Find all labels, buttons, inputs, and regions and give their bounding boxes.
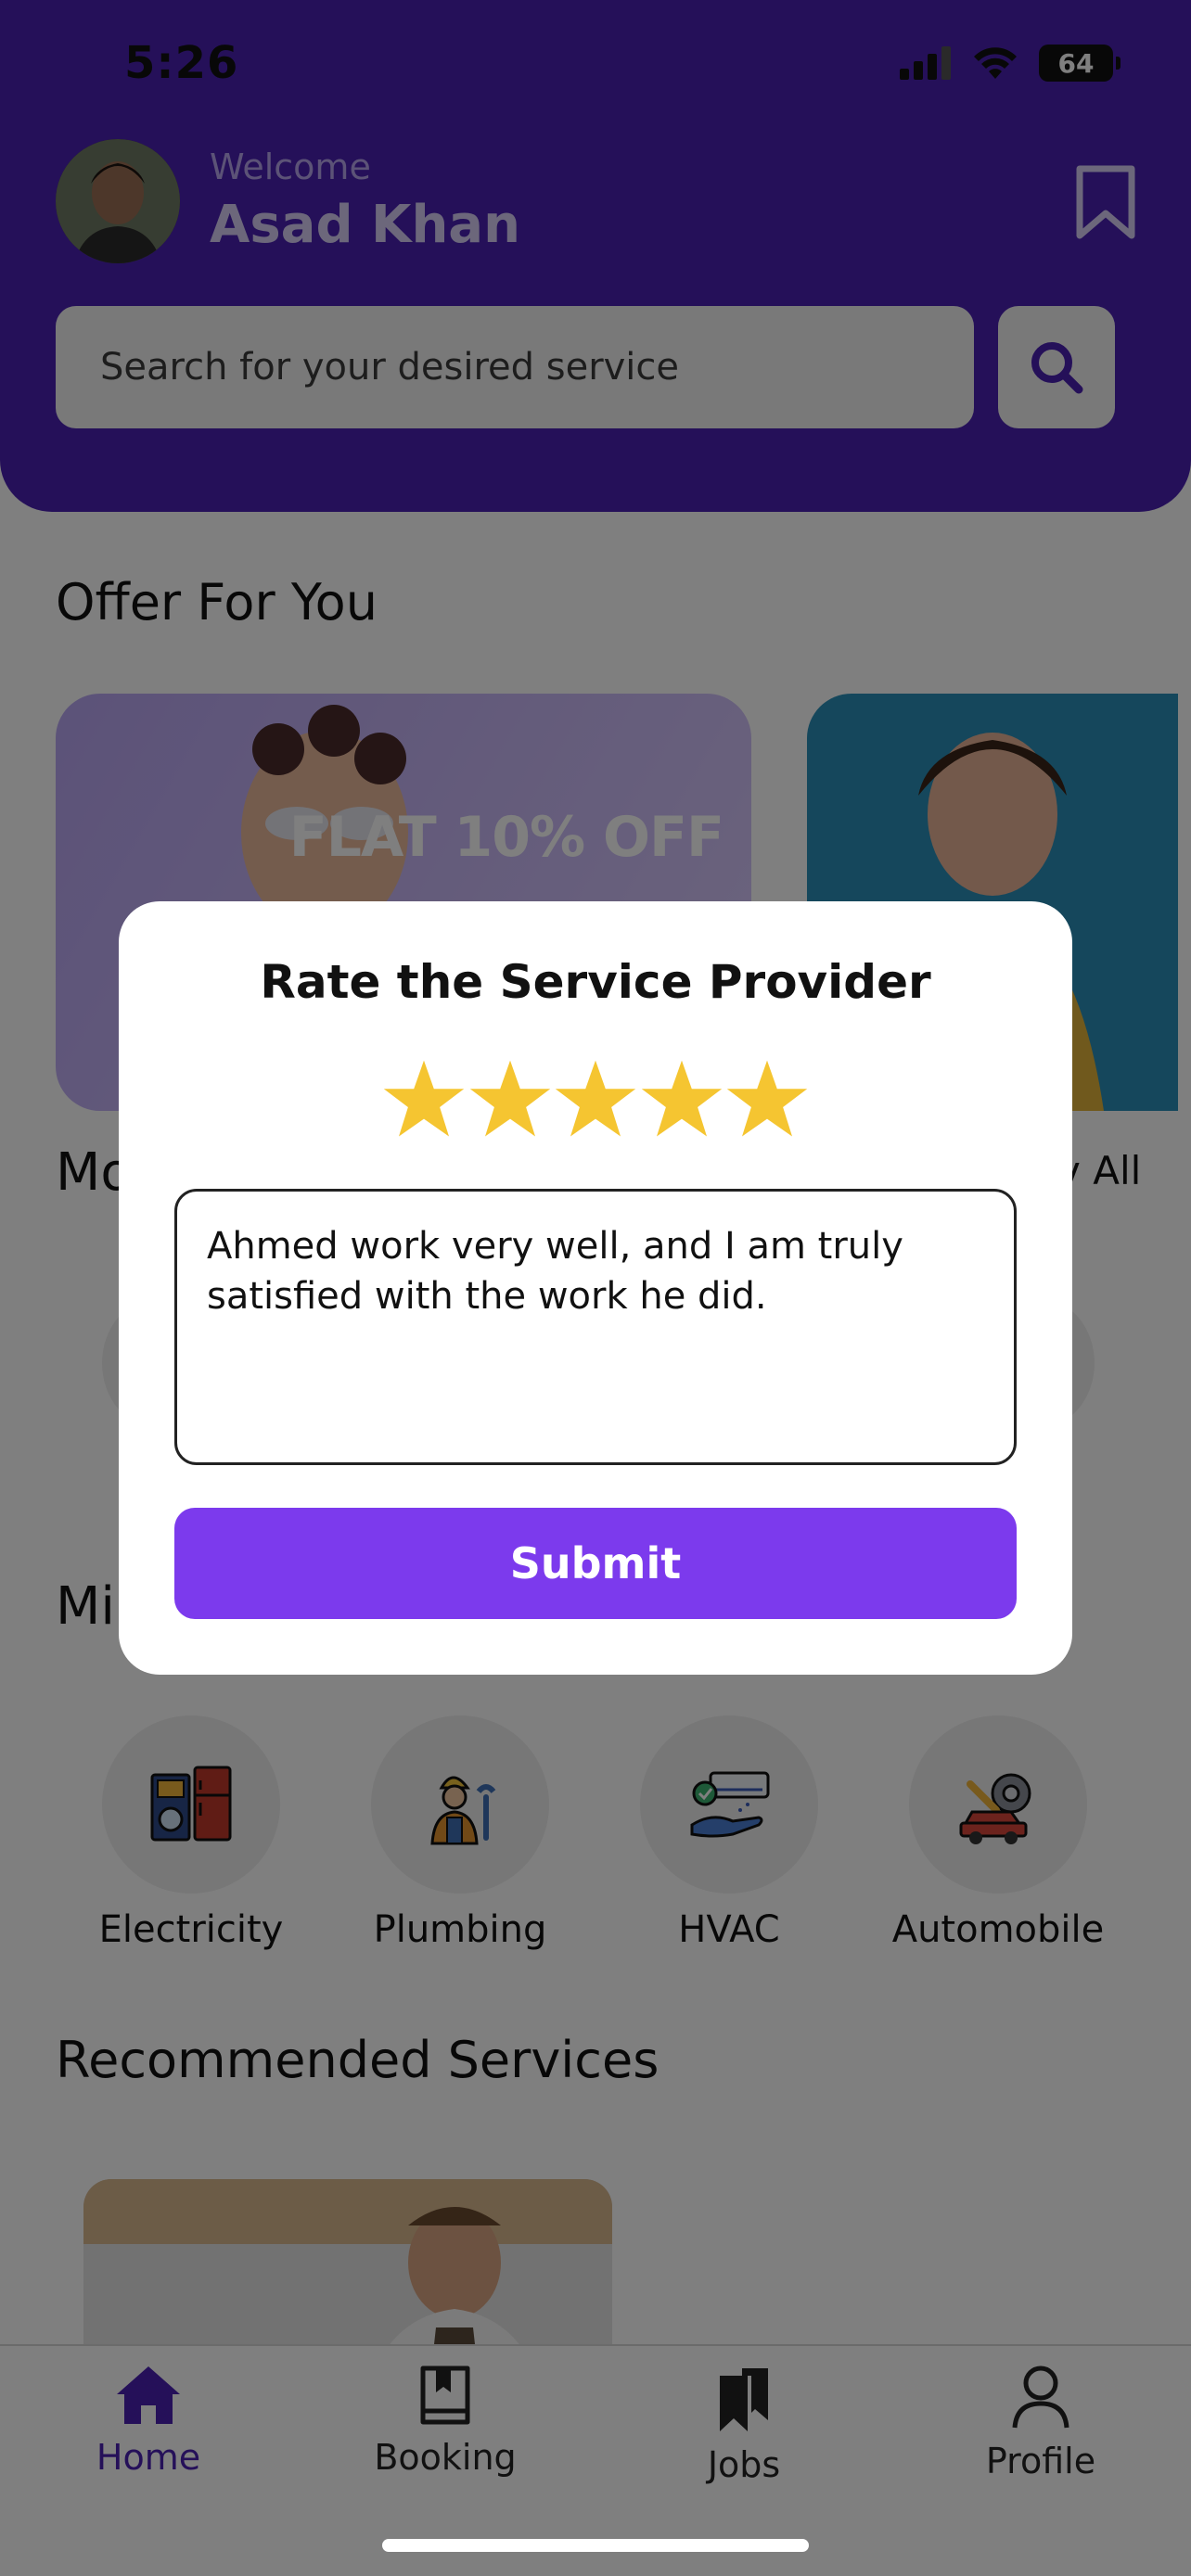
home-indicator[interactable] [382,2539,809,2552]
star-icon[interactable] [468,1057,552,1141]
submit-button[interactable]: Submit [174,1508,1017,1619]
review-textarea[interactable]: Ahmed work very well, and I am truly sat… [174,1189,1017,1465]
star-icon[interactable] [554,1057,637,1141]
star-icon[interactable] [725,1057,809,1141]
review-text: Ahmed work very well, and I am truly sat… [207,1225,903,1318]
dialog-title: Rate the Service Provider [260,955,931,1009]
star-rating[interactable] [382,1057,809,1150]
star-icon[interactable] [640,1057,724,1141]
star-icon[interactable] [382,1057,466,1141]
rating-dialog: Rate the Service Provider Ahmed work ver… [119,901,1072,1675]
